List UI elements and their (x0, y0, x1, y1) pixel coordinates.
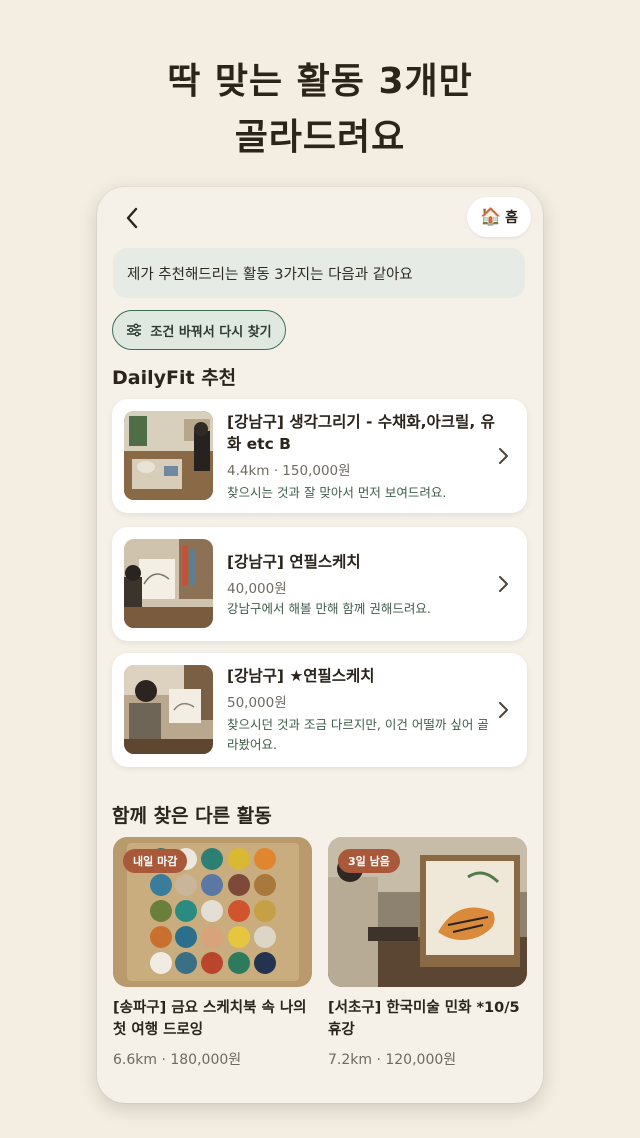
chevron-right-icon (499, 702, 508, 718)
home-label: 홈 (505, 210, 519, 226)
recommendation-card[interactable]: [강남구] 연필스케치 40,000원 강남구에서 해볼 만해 함께 권해드려요… (112, 527, 527, 641)
intro-text: 제가 추천해드리는 활동 3가지는 다음과 같아요 (127, 266, 413, 283)
home-button[interactable]: 🏠 홈 (467, 197, 531, 237)
phone-screen: 🏠 홈 제가 추천해드리는 활동 3가지는 다음과 같아요 조건 바꿔서 다시 … (97, 187, 543, 1103)
sliders-icon (127, 323, 142, 337)
change-conditions-label: 조건 바꿔서 다시 찾기 (150, 324, 272, 340)
headline-line-1: 딱 맞는 활동 3개만 (167, 61, 473, 102)
activity-meta: 4.4km · 150,000원 (227, 463, 351, 479)
other-activity-item[interactable]: 3일 남음 [서초구] 한국미술 민화 *10/5 휴강 7.2km · 120… (328, 837, 527, 1069)
activity-photo: 3일 남음 (328, 837, 527, 987)
page-headline: 딱 맞는 활동 3개만 골라드려요 (0, 54, 640, 166)
back-button[interactable] (119, 205, 145, 231)
intro-message: 제가 추천해드리는 활동 3가지는 다음과 같아요 (113, 248, 525, 298)
activity-thumbnail (124, 539, 213, 628)
recommendation-card[interactable]: [강남구] 생각그리기 - 수채화,아크릴, 유화 etc B 4.4km · … (112, 399, 527, 513)
activity-title: [강남구] 생각그리기 - 수채화,아크릴, 유화 etc B (227, 413, 495, 453)
headline-line-2: 골라드려요 (234, 117, 406, 158)
deadline-badge: 내일 마감 (123, 849, 188, 873)
chevron-right-icon (499, 576, 508, 592)
house-icon: 🏠 (479, 207, 502, 227)
recommend-reason: 강남구에서 해볼 만해 함께 권해드려요. (227, 601, 431, 616)
chevron-right-icon (499, 448, 508, 464)
recommend-reason: 찾으시던 것과 조금 다르지만, 이건 어떨까 싶어 골라봤어요. (227, 717, 489, 752)
activity-meta: 7.2km · 120,000원 (328, 1052, 457, 1068)
activity-title: [서초구] 한국미술 민화 *10/5 휴강 (328, 1000, 520, 1038)
activity-meta: 50,000원 (227, 695, 287, 711)
activity-title: [송파구] 금요 스케치북 속 나의 첫 여행 드로잉 (113, 1000, 307, 1038)
recommendation-card[interactable]: [강남구] ★연필스케치 50,000원 찾으시던 것과 조금 다르지만, 이건… (112, 653, 527, 767)
activity-thumbnail (124, 411, 213, 500)
activity-meta: 6.6km · 180,000원 (113, 1052, 242, 1068)
deadline-badge: 3일 남음 (338, 849, 400, 873)
activity-photo: 내일 마감 (113, 837, 312, 987)
recommend-reason: 찾으시는 것과 잘 맞아서 먼저 보여드려요. (227, 485, 447, 500)
activity-title: [강남구] ★연필스케치 (227, 667, 375, 685)
activity-thumbnail (124, 665, 213, 754)
chevron-left-icon (126, 207, 138, 229)
activity-meta: 40,000원 (227, 581, 287, 597)
activity-title: [강남구] 연필스케치 (227, 553, 361, 571)
other-activities-title: 함께 찾은 다른 활동 (112, 805, 272, 827)
change-conditions-button[interactable]: 조건 바꿔서 다시 찾기 (112, 310, 286, 350)
other-activity-item[interactable]: 내일 마감 [송파구] 금요 스케치북 속 나의 첫 여행 드로잉 6.6km … (113, 837, 312, 1069)
recommend-section-title: DailyFit 추천 (112, 367, 237, 389)
